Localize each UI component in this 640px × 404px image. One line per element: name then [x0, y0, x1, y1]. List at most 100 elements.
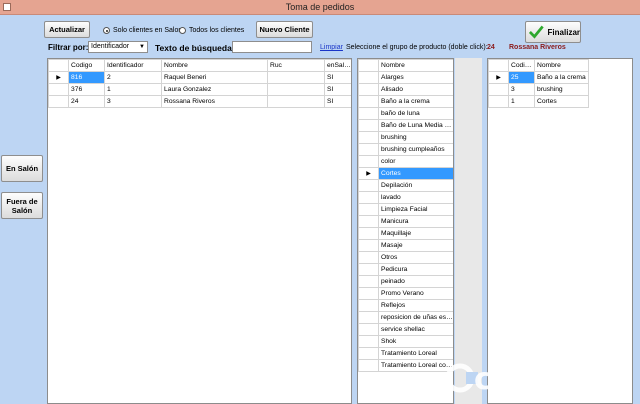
- radio-solo-clientes[interactable]: Solo clientes en Salon: [103, 27, 182, 34]
- table-cell[interactable]: Baño a la crema: [534, 71, 589, 84]
- row-header[interactable]: [358, 179, 379, 192]
- product-group-cell[interactable]: lavado: [378, 191, 453, 204]
- row-header[interactable]: [358, 323, 379, 336]
- table-row[interactable]: 1 Cortes: [488, 95, 589, 108]
- row-header[interactable]: [358, 119, 379, 132]
- table-cell[interactable]: Raquel Beneri: [161, 71, 268, 84]
- search-input[interactable]: [232, 41, 312, 53]
- table-cell[interactable]: [267, 83, 325, 96]
- row-header[interactable]: [358, 215, 379, 228]
- column-header[interactable]: Nombre: [534, 59, 589, 72]
- row-header[interactable]: [358, 335, 379, 348]
- current-row-indicator-icon[interactable]: ▶: [48, 71, 69, 84]
- table-row[interactable]: 3 brushing: [488, 83, 589, 96]
- table-cell[interactable]: [267, 95, 325, 108]
- product-group-cell[interactable]: color: [378, 155, 453, 168]
- row-header[interactable]: [358, 83, 379, 96]
- row-header[interactable]: [358, 95, 379, 108]
- clients-grid[interactable]: Codigo Identificador Nombre Ruc enSalon ▶ 816…: [47, 58, 352, 404]
- table-cell[interactable]: Rossana Riveros: [161, 95, 268, 108]
- row-header[interactable]: [358, 71, 379, 84]
- table-row[interactable]: 24 3 Rossana Riveros SI: [48, 95, 351, 108]
- product-group-cell[interactable]: peinado: [378, 275, 453, 288]
- list-item[interactable]: brushing: [358, 131, 453, 144]
- list-item[interactable]: Baño de Luna Media Pi...: [358, 119, 453, 132]
- table-cell[interactable]: SI: [324, 71, 351, 84]
- table-cell[interactable]: 1: [508, 95, 535, 108]
- product-group-cell[interactable]: service shellac: [378, 323, 453, 336]
- table-cell[interactable]: 376: [68, 83, 105, 96]
- product-group-cell[interactable]: Baño a la crema: [378, 95, 453, 108]
- table-cell[interactable]: [267, 71, 325, 84]
- row-header[interactable]: [358, 107, 379, 120]
- list-item[interactable]: Maquillaje: [358, 227, 453, 240]
- product-group-cell[interactable]: Reflejos: [378, 299, 453, 312]
- table-cell[interactable]: SI: [324, 83, 351, 96]
- product-group-cell[interactable]: reposicion de uñas esc...: [378, 311, 453, 324]
- table-row[interactable]: ▶ 816 2 Raquel Beneri SI: [48, 71, 351, 84]
- table-cell[interactable]: 24: [68, 95, 105, 108]
- row-header[interactable]: [358, 287, 379, 300]
- table-row[interactable]: ▶ 25 Baño a la crema: [488, 71, 589, 84]
- filtrar-por-select[interactable]: Identificador ▼: [88, 41, 148, 53]
- list-item[interactable]: color: [358, 155, 453, 168]
- list-item[interactable]: Alisado: [358, 83, 453, 96]
- table-cell[interactable]: Laura Gonzalez: [161, 83, 268, 96]
- row-header[interactable]: [358, 191, 379, 204]
- current-row-indicator-icon[interactable]: ▶: [488, 71, 509, 84]
- product-group-cell[interactable]: Cortes: [378, 167, 453, 180]
- product-group-cell[interactable]: Maquillaje: [378, 227, 453, 240]
- column-header[interactable]: Identificador: [104, 59, 162, 72]
- table-cell[interactable]: 816: [68, 71, 105, 84]
- product-group-cell[interactable]: baño de luna: [378, 107, 453, 120]
- list-item[interactable]: Otros: [358, 251, 453, 264]
- current-row-indicator-icon[interactable]: ▶: [358, 167, 379, 180]
- finalizar-button[interactable]: Finalizar: [525, 21, 581, 43]
- list-item[interactable]: baño de luna: [358, 107, 453, 120]
- list-item[interactable]: Pedicura: [358, 263, 453, 276]
- product-group-cell[interactable]: Promo Verano: [378, 287, 453, 300]
- table-cell[interactable]: Cortes: [534, 95, 589, 108]
- list-item[interactable]: lavado: [358, 191, 453, 204]
- product-groups-grid[interactable]: Nombre Alarges Alisado Baño a la crema baño…: [357, 58, 454, 404]
- row-header[interactable]: [358, 227, 379, 240]
- limpiar-link[interactable]: Limpiar: [320, 44, 343, 51]
- product-group-cell[interactable]: Depilación: [378, 179, 453, 192]
- table-cell[interactable]: 25: [508, 71, 535, 84]
- list-item[interactable]: ▶ Cortes: [358, 167, 453, 180]
- list-item[interactable]: Shok: [358, 335, 453, 348]
- list-item[interactable]: Reflejos: [358, 299, 453, 312]
- table-cell[interactable]: 3: [104, 95, 162, 108]
- row-header[interactable]: [358, 347, 379, 360]
- list-item[interactable]: Baño a la crema: [358, 95, 453, 108]
- row-header[interactable]: [358, 275, 379, 288]
- list-item[interactable]: Manicura: [358, 215, 453, 228]
- product-group-cell[interactable]: Limpieza Facial: [378, 203, 453, 216]
- column-header[interactable]: enSalon: [324, 59, 351, 72]
- table-cell[interactable]: 3: [508, 83, 535, 96]
- row-header[interactable]: [358, 155, 379, 168]
- nuevo-cliente-button[interactable]: Nuevo Cliente: [256, 21, 313, 38]
- product-group-cell[interactable]: Baño de Luna Media Pi...: [378, 119, 453, 132]
- list-item[interactable]: Depilación: [358, 179, 453, 192]
- list-item[interactable]: Promo Verano: [358, 287, 453, 300]
- column-header[interactable]: Codigo: [68, 59, 105, 72]
- column-header[interactable]: Nombre: [378, 59, 453, 72]
- row-header[interactable]: [358, 263, 379, 276]
- list-item[interactable]: service shellac: [358, 323, 453, 336]
- row-header[interactable]: [488, 95, 509, 108]
- row-header[interactable]: [358, 143, 379, 156]
- table-cell[interactable]: 1: [104, 83, 162, 96]
- column-header[interactable]: Nombre: [161, 59, 268, 72]
- row-header[interactable]: [358, 311, 379, 324]
- table-cell[interactable]: 2: [104, 71, 162, 84]
- list-item[interactable]: Alarges: [358, 71, 453, 84]
- product-group-cell[interactable]: Manicura: [378, 215, 453, 228]
- product-group-cell[interactable]: brushing: [378, 131, 453, 144]
- product-group-cell[interactable]: Shok: [378, 335, 453, 348]
- row-header[interactable]: [358, 131, 379, 144]
- row-header[interactable]: [358, 239, 379, 252]
- product-group-cell[interactable]: Alisado: [378, 83, 453, 96]
- row-header[interactable]: [488, 83, 509, 96]
- product-group-cell[interactable]: Alarges: [378, 71, 453, 84]
